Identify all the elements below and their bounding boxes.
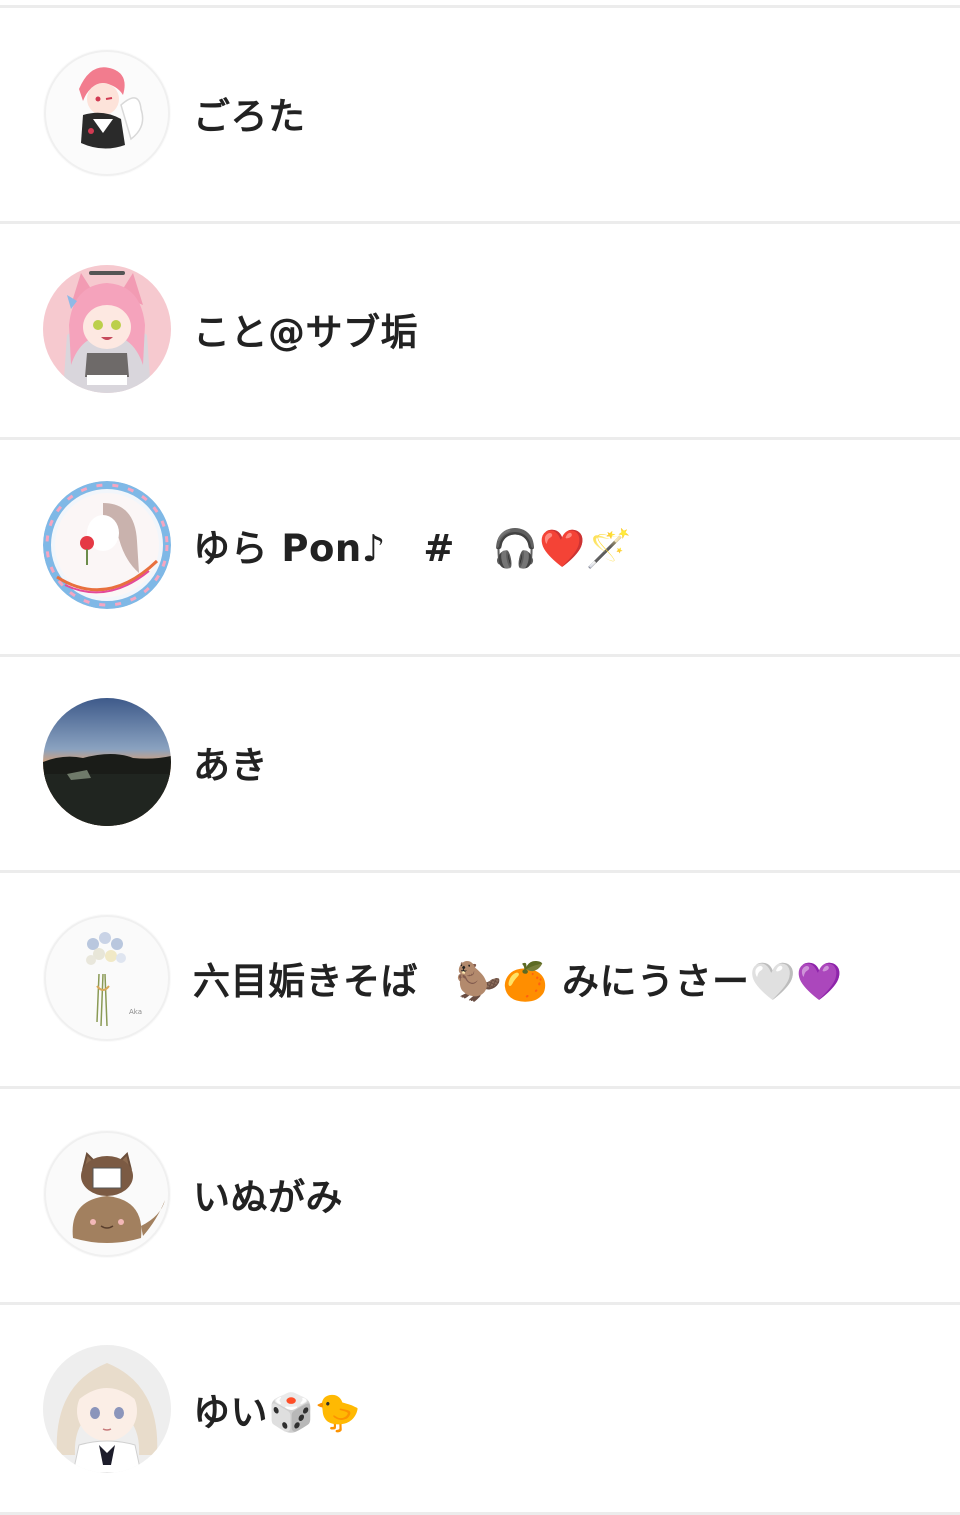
user-name: 六目姤きそば 🦫🍊 みにうさー🤍💜 — [193, 960, 843, 1003]
user-row-rokume[interactable]: Aka 六目姤きそば 🦫🍊 みにうさー🤍💜 — [0, 870, 960, 1083]
blonde-girl-avatar[interactable] — [43, 1344, 171, 1473]
user-row-yura-pon[interactable]: ゆら Pon♪ # 🎧❤️🪄 — [0, 437, 960, 650]
user-row-inugami[interactable]: いぬがみ — [0, 1086, 960, 1299]
dog-character-avatar[interactable] — [43, 1130, 171, 1258]
user-row-aki[interactable]: あき — [0, 654, 960, 867]
user-name: ゆい🎲🐤 — [193, 1390, 362, 1434]
pink-hair-character-avatar[interactable] — [43, 49, 171, 177]
user-list: ごろた こと@サブ垢 ゆら Pon♪ # 🎧❤️🪄 あき Aka 六目姤きそば … — [0, 0, 960, 1515]
user-row-gorota[interactable]: ごろた — [0, 5, 960, 218]
user-name: ゆら Pon♪ # 🎧❤️🪄 — [193, 527, 633, 570]
summer-tour-badge-avatar[interactable] — [43, 481, 171, 609]
user-row-koto[interactable]: こと@サブ垢 — [0, 221, 960, 434]
user-name: ごろた — [193, 95, 306, 138]
user-name: いぬがみ — [193, 1176, 343, 1219]
svg-text:Aka: Aka — [129, 1008, 142, 1016]
user-row-yui[interactable]: ゆい🎲🐤 — [0, 1302, 960, 1515]
flower-bouquet-avatar[interactable]: Aka — [43, 914, 171, 1042]
sunset-landscape-avatar[interactable] — [43, 698, 171, 826]
user-name: あき — [193, 744, 268, 787]
user-name: こと@サブ垢 — [193, 311, 418, 354]
pink-cat-ear-girl-avatar[interactable] — [43, 265, 171, 393]
